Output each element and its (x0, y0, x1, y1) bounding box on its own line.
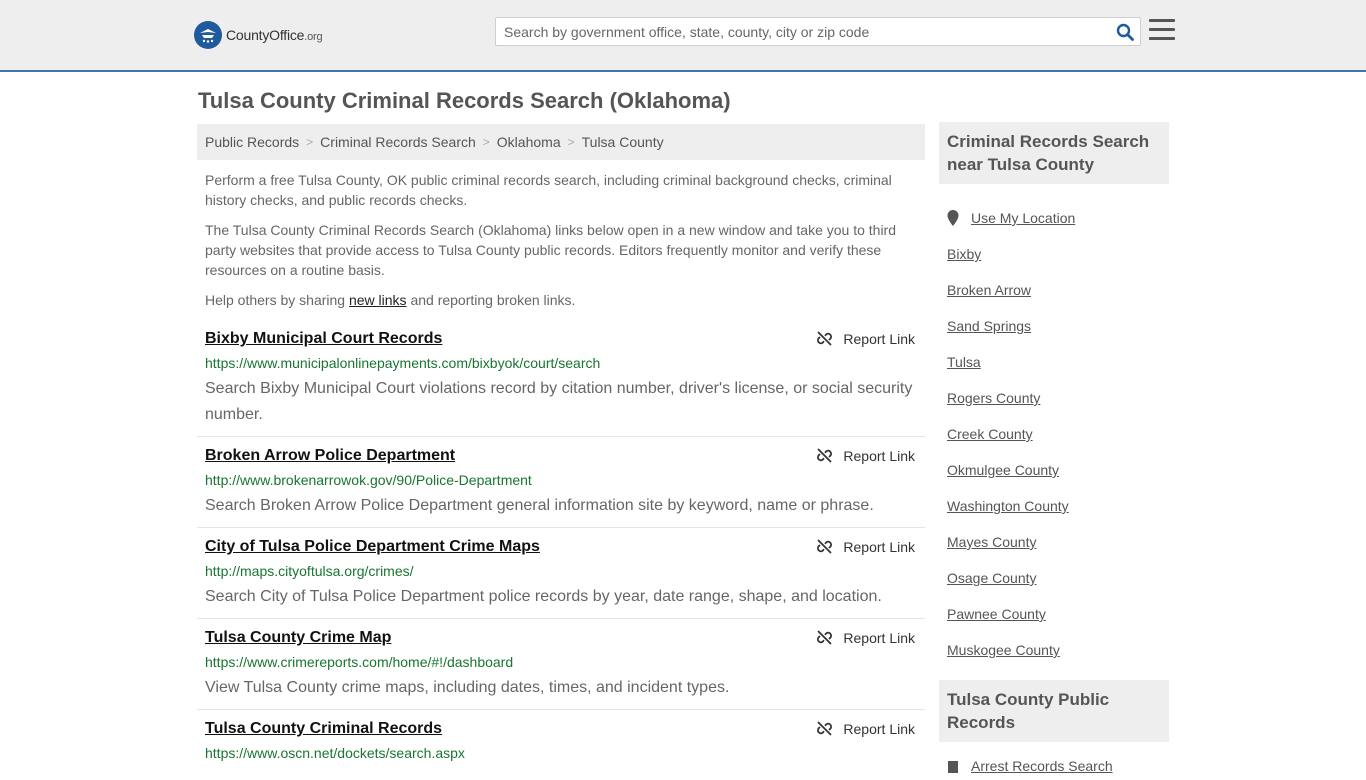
sidebar-item-arrest-records: Arrest Records Search (947, 752, 1113, 780)
listing-url: https://www.oscn.net/dockets/search.aspx (205, 745, 465, 761)
breadcrumb-item-criminal-records-search[interactable]: Criminal Records Search (320, 134, 476, 150)
sharing-text: and reporting broken links. (406, 292, 576, 308)
report-link-button[interactable]: Report Link (816, 447, 915, 464)
logo-tld: .org (304, 31, 323, 43)
broken-link-icon (817, 331, 833, 346)
sidebar-item-mayes-county: Mayes County (947, 524, 1075, 560)
sidebar-link[interactable]: Rogers County (947, 390, 1040, 406)
breadcrumb-separator-icon: > (306, 135, 314, 149)
search-input[interactable] (496, 18, 1110, 45)
sidebar-heading-nearby: Criminal Records Search near Tulsa Count… (939, 122, 1169, 184)
sidebar-item-broken-arrow: Broken Arrow (947, 272, 1075, 308)
sharing-text: Help others by sharing (205, 292, 349, 308)
sidebar-item-rogers-county: Rogers County (947, 380, 1075, 416)
sidebar-link[interactable]: Bixby (947, 246, 981, 262)
breadcrumb-item-tulsa-county[interactable]: Tulsa County (582, 134, 664, 150)
sidebar-heading-public-records: Tulsa County Public Records (939, 680, 1169, 742)
listing-item: City of Tulsa Police Department Crime Ma… (197, 538, 925, 619)
sidebar-link[interactable]: Tulsa (947, 354, 981, 370)
report-link-button[interactable]: Report Link (816, 330, 915, 347)
search-button[interactable] (1110, 18, 1140, 45)
listing-title-link[interactable]: Broken Arrow Police Department (205, 447, 455, 465)
intro-text: Perform a free Tulsa County, OK public c… (205, 170, 915, 320)
sidebar-item-sand-springs: Sand Springs (947, 308, 1075, 344)
report-link-button[interactable]: Report Link (816, 538, 915, 555)
listing-item: Tulsa County Crime Map Report Link https… (197, 629, 925, 710)
listing-title-link[interactable]: Tulsa County Crime Map (205, 629, 391, 647)
new-links-link[interactable]: new links (349, 292, 407, 308)
report-link-button[interactable]: Report Link (816, 629, 915, 646)
report-link-button[interactable]: Report Link (816, 720, 915, 737)
report-link-label: Report Link (843, 447, 915, 464)
broken-link-icon (817, 448, 833, 463)
sidebar-item-creek-county: Creek County (947, 416, 1075, 452)
intro-paragraph: Perform a free Tulsa County, OK public c… (205, 172, 892, 208)
broken-link-icon (817, 539, 833, 554)
listing-description: Search Broken Arrow Police Department ge… (205, 497, 874, 514)
listing-item: Broken Arrow Police Department Report Li… (197, 447, 925, 528)
sidebar-link[interactable]: Arrest Records Search (971, 758, 1113, 774)
report-link-label: Report Link (843, 629, 915, 646)
sidebar-item-washington-county: Washington County (947, 488, 1075, 524)
sidebar-public-records-list: Arrest Records Search (947, 752, 1113, 780)
listing-item: Bixby Municipal Court Records Report Lin… (197, 330, 925, 437)
sidebar-link[interactable]: Okmulgee County (947, 462, 1059, 478)
broken-link-icon (817, 721, 833, 736)
listing-url: http://www.brokenarrowok.gov/90/Police-D… (205, 472, 532, 488)
sidebar-item-osage-county: Osage County (947, 560, 1075, 596)
top-header: CountyOffice.org (0, 0, 1366, 72)
listing-title-link[interactable]: City of Tulsa Police Department Crime Ma… (205, 538, 540, 556)
sidebar-link[interactable]: Washington County (947, 498, 1069, 514)
listing-title-link[interactable]: Bixby Municipal Court Records (205, 330, 442, 348)
sidebar-item-tulsa: Tulsa (947, 344, 1075, 380)
sidebar-item-pawnee-county: Pawnee County (947, 596, 1075, 632)
listing-url: https://www.crimereports.com/home/#!/das… (205, 654, 514, 670)
list-bullet-icon (948, 761, 958, 773)
page-title: Tulsa County Criminal Records Search (Ok… (198, 88, 731, 113)
sidebar-link[interactable]: Mayes County (947, 534, 1036, 550)
site-logo[interactable]: CountyOffice.org (194, 20, 323, 50)
sidebar-item-bixby: Bixby (947, 236, 1075, 272)
breadcrumb-separator-icon: > (567, 135, 575, 149)
sidebar-nearby-list: Use My Location Bixby Broken Arrow Sand … (947, 200, 1075, 668)
listing-description: Search City of Tulsa Police Department p… (205, 588, 882, 605)
listing-url: http://maps.cityoftulsa.org/crimes/ (205, 563, 414, 579)
listing-description: Search Bixby Municipal Court violations … (205, 380, 913, 423)
sidebar-item-okmulgee-county: Okmulgee County (947, 452, 1075, 488)
logo-wordmark: CountyOffice.org (226, 27, 323, 43)
logo-emblem-icon (194, 21, 222, 49)
intro-paragraph-sharing: Help others by sharing new links and rep… (205, 290, 915, 310)
use-my-location-link[interactable]: Use My Location (971, 210, 1075, 226)
search-icon (1116, 23, 1134, 41)
sidebar-link[interactable]: Pawnee County (947, 606, 1046, 622)
listing-title-link[interactable]: Tulsa County Criminal Records (205, 720, 442, 738)
report-link-label: Report Link (843, 538, 915, 555)
breadcrumb-item-public-records[interactable]: Public Records (205, 134, 299, 150)
search-bar (495, 17, 1141, 46)
sidebar-link[interactable]: Sand Springs (947, 318, 1031, 334)
broken-link-icon (817, 630, 833, 645)
sidebar-item-muskogee-county: Muskogee County (947, 632, 1075, 668)
hamburger-menu-icon[interactable] (1149, 19, 1175, 43)
listing-url: https://www.municipalonlinepayments.com/… (205, 355, 601, 371)
report-link-label: Report Link (843, 720, 915, 737)
breadcrumb-item-oklahoma[interactable]: Oklahoma (497, 134, 561, 150)
report-link-label: Report Link (843, 330, 915, 347)
breadcrumb: Public Records > Criminal Records Search… (197, 124, 925, 160)
sidebar-link[interactable]: Muskogee County (947, 642, 1060, 658)
map-pin-icon (947, 210, 959, 226)
use-my-location-item: Use My Location (947, 200, 1075, 236)
listing-item: Tulsa County Criminal Records Report Lin… (197, 720, 925, 768)
sidebar-link[interactable]: Creek County (947, 426, 1033, 442)
listing-description: View Tulsa County crime maps, including … (205, 679, 730, 696)
breadcrumb-separator-icon: > (482, 135, 490, 149)
intro-paragraph: The Tulsa County Criminal Records Search… (205, 222, 897, 278)
sidebar-link[interactable]: Osage County (947, 570, 1037, 586)
sidebar-link[interactable]: Broken Arrow (947, 282, 1031, 298)
logo-name: CountyOffice (226, 27, 305, 43)
